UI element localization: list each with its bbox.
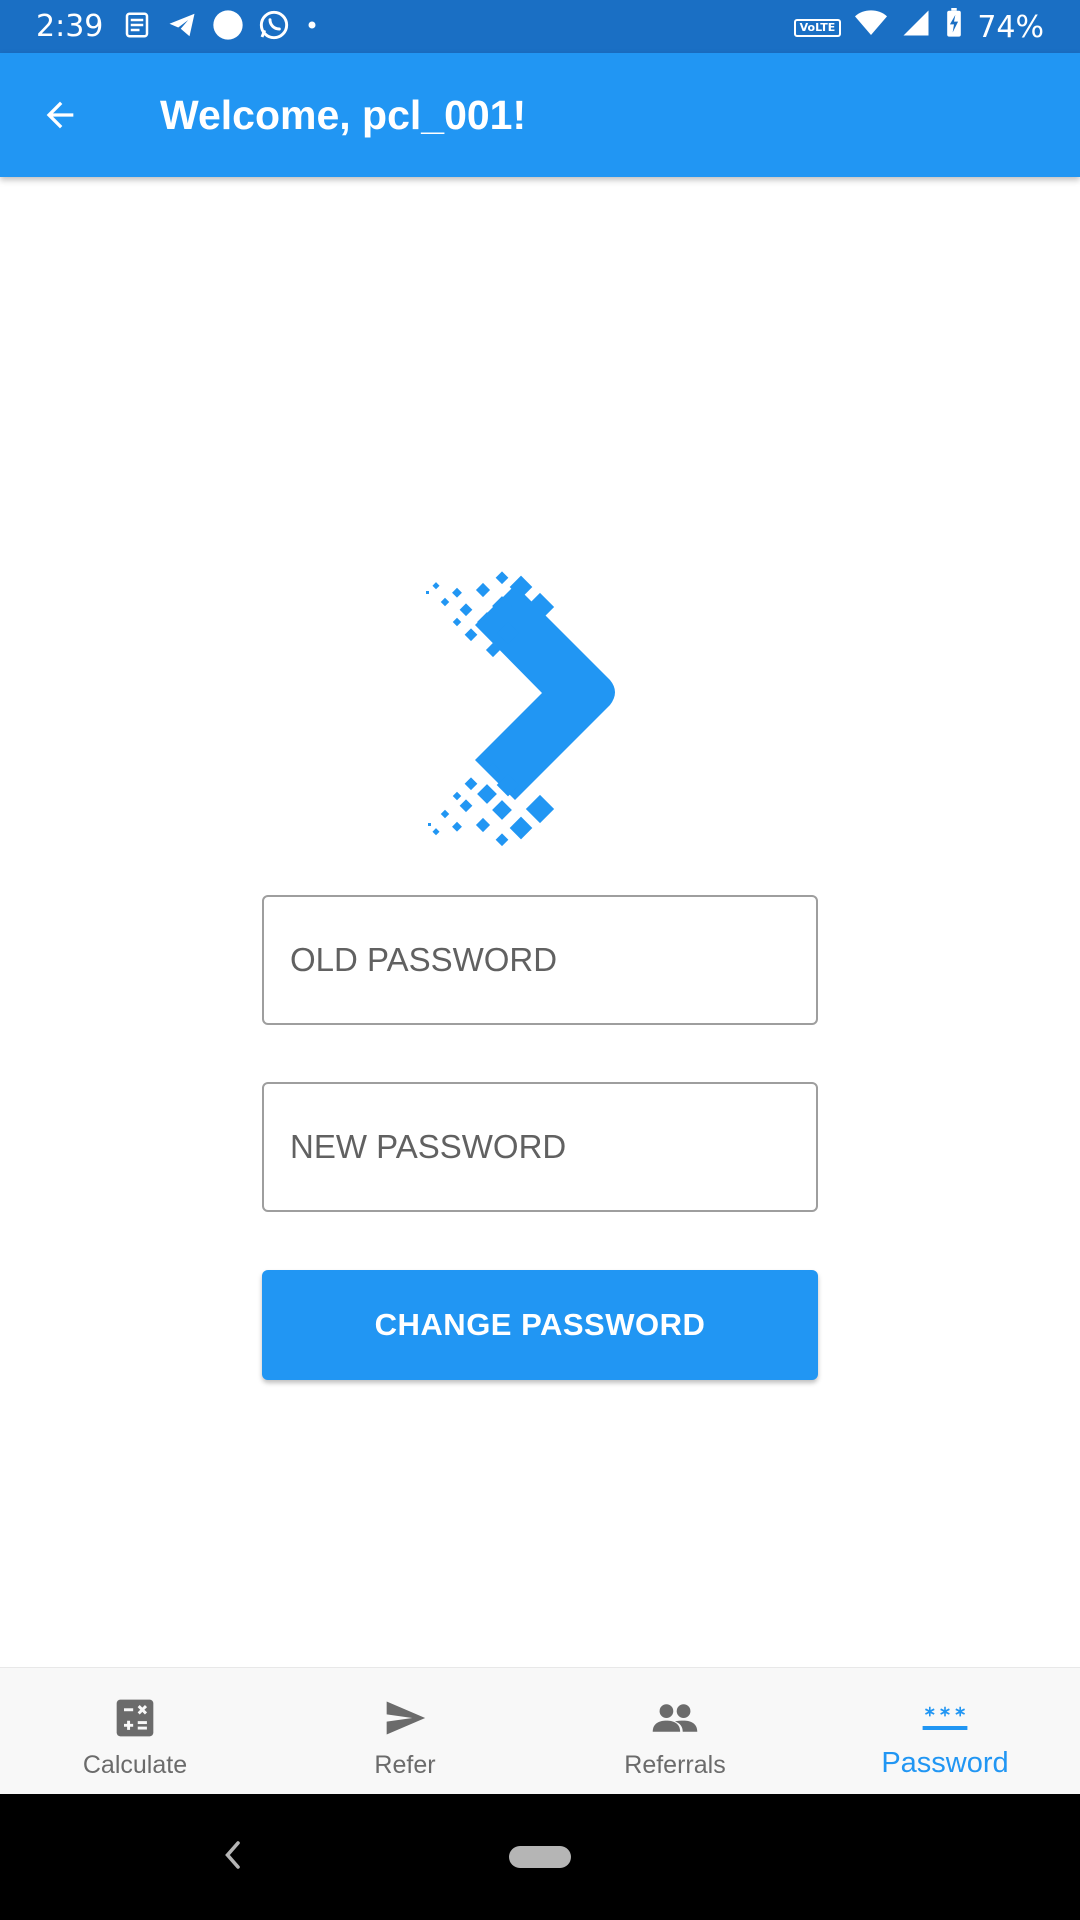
chevron-left-icon [225, 1841, 240, 1869]
system-home-button[interactable] [509, 1846, 571, 1868]
status-time: 2:39 [36, 9, 104, 44]
password-icon [921, 1694, 969, 1742]
nav-label-refer: Refer [374, 1751, 436, 1779]
people-icon [651, 1694, 699, 1742]
old-password-input[interactable] [264, 897, 816, 1023]
nav-label-calculate: Calculate [82, 1751, 188, 1779]
system-navigation-bar [0, 1794, 1080, 1920]
status-bar: 2:39 VoLTE 74% [0, 0, 1080, 53]
nav-label-referrals: Referrals [624, 1751, 726, 1779]
status-right: VoLTE 74% [793, 8, 1044, 48]
nav-item-password[interactable]: Password [810, 1668, 1080, 1795]
whatsapp-icon [258, 9, 290, 45]
telegram-icon [166, 10, 198, 44]
nav-label-password: Password [881, 1747, 1009, 1779]
new-password-field[interactable] [262, 1082, 818, 1212]
send-icon [381, 1694, 429, 1742]
more-notifications-dot-icon [304, 17, 320, 37]
battery-percentage: 74% [977, 10, 1044, 45]
app-logo [426, 571, 615, 847]
page-title: Welcome, pcl_001! [160, 92, 527, 138]
nav-item-calculate[interactable]: Calculate [0, 1668, 270, 1795]
old-password-field[interactable] [262, 895, 818, 1025]
notification-icons [122, 9, 320, 45]
signal-icon [901, 8, 931, 48]
wifi-icon [855, 9, 888, 47]
arrow-left-icon [46, 101, 74, 129]
app-bar: Welcome, pcl_001! [0, 53, 1080, 177]
news-icon [122, 10, 152, 44]
nav-item-referrals[interactable]: Referrals [540, 1668, 810, 1795]
bottom-navigation: Calculate Refer Referrals Password [0, 1667, 1080, 1794]
change-password-button[interactable]: CHANGE PASSWORD [262, 1270, 818, 1380]
nav-item-refer[interactable]: Refer [270, 1668, 540, 1795]
circle-notification-icon [212, 9, 244, 45]
back-button[interactable] [30, 85, 90, 145]
volte-badge: VoLTE [793, 19, 842, 37]
system-back-button[interactable] [212, 1830, 252, 1880]
calculator-icon [111, 1694, 159, 1742]
battery-charging-icon [945, 8, 963, 48]
new-password-input[interactable] [264, 1084, 816, 1210]
